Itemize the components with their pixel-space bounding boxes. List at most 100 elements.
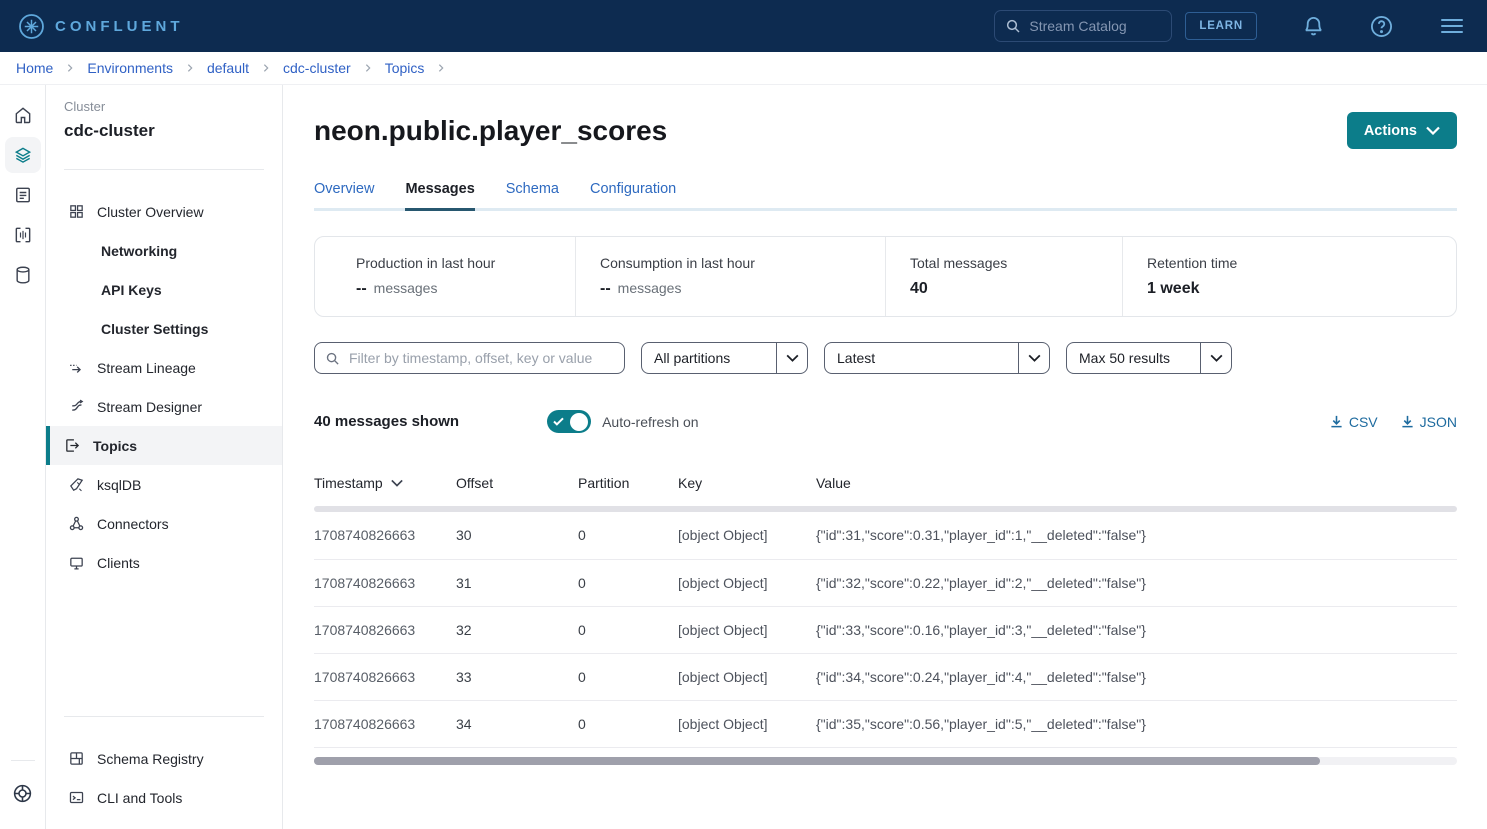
horizontal-scrollbar-track[interactable] [314,757,1457,765]
sidebar-item-cli-and-tools[interactable]: CLI and Tools [46,778,282,817]
stat-consumption: Consumption in last hour -- messages [575,237,885,316]
auto-refresh-toggle[interactable] [547,410,591,433]
cell-offset: 32 [456,606,578,653]
cell-key: [object Object] [678,559,816,606]
toggle-knob [570,413,588,431]
stream-designer-icon [68,398,85,415]
chevron-right-icon [66,64,74,72]
sidebar-item-label: Topics [93,438,137,454]
actions-button[interactable]: Actions [1347,112,1457,149]
download-json-link[interactable]: JSON [1401,414,1457,430]
stream-catalog-search[interactable]: Stream Catalog [994,10,1172,42]
table-header-row: Timestamp Offset Partition Key Value [314,462,1457,506]
cell-value: {"id":33,"score":0.16,"player_id":3,"__d… [816,606,1457,653]
stats-card: Production in last hour -- messages Cons… [314,236,1457,317]
sidebar-item-label: API Keys [101,282,162,298]
database-icon[interactable] [5,257,41,293]
stat-value: 1 week [1147,280,1199,298]
sidebar-item-label: Networking [101,243,177,259]
table-row[interactable]: 1708740826663 33 0 [object Object] {"id"… [314,653,1457,700]
support-lifering-icon[interactable] [5,775,41,811]
sidebar-item-networking[interactable]: Networking [46,231,282,270]
confluent-brand[interactable]: CONFLUENT [18,13,184,40]
tab-configuration[interactable]: Configuration [590,181,676,211]
column-header-value[interactable]: Value [816,462,1457,506]
sidebar-section-label: Cluster [46,99,282,114]
stat-value: 40 [910,280,928,298]
download-icon [1401,415,1414,428]
home-icon[interactable] [5,97,41,133]
stream-catalog-placeholder: Stream Catalog [1029,18,1126,34]
horizontal-scrollbar-thumb[interactable] [314,757,1320,765]
column-header-partition[interactable]: Partition [578,462,678,506]
cell-offset: 33 [456,653,578,700]
chevron-right-icon [364,64,372,72]
breadcrumb-environments[interactable]: Environments [87,60,173,76]
top-navbar: CONFLUENT Stream Catalog LEARN [0,0,1487,52]
sidebar-item-cluster-settings[interactable]: Cluster Settings [46,309,282,348]
sidebar-item-stream-designer[interactable]: Stream Designer [46,387,282,426]
hamburger-menu-icon[interactable] [1441,19,1463,33]
table-row[interactable]: 1708740826663 30 0 [object Object] {"id"… [314,512,1457,559]
breadcrumb-home[interactable]: Home [16,60,53,76]
stat-label: Retention time [1147,255,1456,271]
download-csv-link[interactable]: CSV [1330,414,1378,430]
download-icon [1330,415,1343,428]
notifications-bell-icon[interactable] [1302,15,1325,38]
learn-button[interactable]: LEARN [1185,12,1257,40]
sidebar-item-stream-lineage[interactable]: Stream Lineage [46,348,282,387]
cell-timestamp: 1708740826663 [314,700,456,747]
column-header-offset[interactable]: Offset [456,462,578,506]
schema-registry-icon [68,750,85,767]
partition-select[interactable]: All partitions [641,342,808,374]
sidebar-item-topics[interactable]: Topics [46,426,282,465]
breadcrumb-topics[interactable]: Topics [385,60,425,76]
column-header-key[interactable]: Key [678,462,816,506]
order-select[interactable]: Latest [824,342,1050,374]
order-select-value: Latest [825,350,1018,366]
sidebar-item-label: ksqlDB [97,477,141,493]
cell-value: {"id":31,"score":0.31,"player_id":1,"__d… [816,512,1457,559]
map-brackets-icon[interactable] [5,217,41,253]
breadcrumb-default[interactable]: default [207,60,249,76]
tab-schema[interactable]: Schema [506,181,559,211]
sidebar-item-connectors[interactable]: Connectors [46,504,282,543]
tab-overview[interactable]: Overview [314,181,374,211]
chevron-down-icon [776,343,807,373]
message-filter-input[interactable] [349,350,614,366]
messages-shown-count: 40 messages shown [314,413,459,430]
auto-refresh-label: Auto-refresh on [602,414,699,430]
sidebar-item-ksqldb[interactable]: ksqlDB [46,465,282,504]
environments-layers-icon[interactable] [5,137,41,173]
rail-divider [11,760,35,761]
sidebar-item-cluster-overview[interactable]: Cluster Overview [46,192,282,231]
sidebar-item-clients[interactable]: Clients [46,543,282,582]
help-icon[interactable] [1370,15,1393,38]
stat-label: Consumption in last hour [600,255,885,271]
table-row[interactable]: 1708740826663 31 0 [object Object] {"id"… [314,559,1457,606]
column-header-timestamp[interactable]: Timestamp [314,462,456,506]
chevron-down-icon [1200,343,1231,373]
sidebar-item-label: Stream Lineage [97,360,196,376]
limit-select[interactable]: Max 50 results [1066,342,1232,374]
sidebar-footer-divider [64,716,264,717]
topic-tabs: Overview Messages Schema Configuration [314,181,1457,211]
message-filter-search[interactable] [314,342,625,374]
cell-partition: 0 [578,653,678,700]
chevron-right-icon [262,64,270,72]
table-row[interactable]: 1708740826663 32 0 [object Object] {"id"… [314,606,1457,653]
cell-offset: 31 [456,559,578,606]
billing-document-icon[interactable] [5,177,41,213]
sidebar-item-schema-registry[interactable]: Schema Registry [46,739,282,778]
icon-rail [0,85,46,829]
clients-monitor-icon [68,554,85,571]
cell-timestamp: 1708740826663 [314,606,456,653]
sidebar-item-api-keys[interactable]: API Keys [46,270,282,309]
cluster-sidebar: Cluster cdc-cluster Cluster Overview Net… [46,85,283,829]
cell-timestamp: 1708740826663 [314,512,456,559]
cell-key: [object Object] [678,700,816,747]
table-row[interactable]: 1708740826663 34 0 [object Object] {"id"… [314,700,1457,747]
tab-messages[interactable]: Messages [405,181,474,211]
topics-icon [64,437,81,454]
breadcrumb-cdc-cluster[interactable]: cdc-cluster [283,60,351,76]
